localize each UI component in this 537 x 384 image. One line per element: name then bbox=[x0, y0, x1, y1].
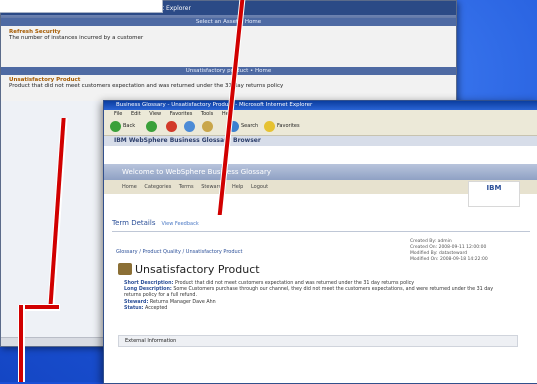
back-label[interactable]: Back bbox=[123, 123, 135, 129]
row-1-text: The number of instances incurred by a cu… bbox=[9, 35, 144, 41]
front-browser-window: Business Glossary - Unsatisfactory Produ… bbox=[103, 100, 537, 384]
toolbar: Back Search Favorites bbox=[104, 118, 537, 136]
nav-logout[interactable]: Logout bbox=[251, 184, 268, 190]
menu-edit[interactable]: Edit bbox=[131, 111, 141, 117]
page-title: Unsatisfactory Product bbox=[118, 263, 260, 276]
menu-file[interactable]: File bbox=[114, 111, 122, 117]
term-details-heading: Term Details View Feedback bbox=[112, 219, 199, 227]
section-header-2: Unsatisfactory product • Home bbox=[1, 67, 456, 75]
menu-favorites[interactable]: Favorites bbox=[170, 111, 193, 117]
annotation-line-3 bbox=[21, 305, 59, 309]
view-feedback-link[interactable]: View Feedback bbox=[161, 221, 198, 227]
term-metadata: Created By: admin Created On: 2008-09-11… bbox=[410, 239, 488, 262]
home-icon[interactable] bbox=[202, 121, 213, 132]
stop-icon[interactable] bbox=[166, 121, 177, 132]
nav-home[interactable]: Home bbox=[122, 184, 137, 190]
section-header-1: Select an Asset • Home bbox=[1, 18, 456, 26]
back-icon[interactable] bbox=[110, 121, 121, 132]
steward-link[interactable]: Returns Manager Dave Ahn bbox=[150, 300, 216, 305]
menu-bar: File Edit View Favorites Tools Help bbox=[104, 110, 537, 118]
favorites-label[interactable]: Favorites bbox=[277, 123, 300, 129]
divider bbox=[112, 231, 530, 232]
welcome-banner: Welcome to WebSphere Business Glossary bbox=[104, 164, 537, 180]
annotation-line-4 bbox=[19, 305, 23, 382]
glossary-row-2[interactable]: Unsatisfactory Product Product that did … bbox=[9, 77, 448, 89]
forward-icon[interactable] bbox=[146, 121, 157, 132]
refresh-icon[interactable] bbox=[184, 121, 195, 132]
nav-terms[interactable]: Terms bbox=[179, 184, 194, 190]
search-label[interactable]: Search bbox=[241, 123, 258, 129]
glossary-row-1[interactable]: Refresh Security The number of instances… bbox=[9, 29, 448, 41]
nav-categories[interactable]: Categories bbox=[144, 184, 171, 190]
ibm-logo: IBM bbox=[468, 181, 520, 207]
overlay-tab bbox=[0, 0, 163, 13]
menu-view[interactable]: View bbox=[149, 111, 161, 117]
menu-tools[interactable]: Tools bbox=[201, 111, 213, 117]
breadcrumb[interactable]: Glossary / Product Quality / Unsatisfact… bbox=[116, 249, 242, 255]
term-icon bbox=[118, 263, 132, 275]
external-information-panel[interactable]: External Information bbox=[118, 335, 518, 347]
row-2-text: Product that did not meet customers expe… bbox=[9, 83, 284, 89]
brand-bar: IBM WebSphere Business Glossary Browser bbox=[104, 136, 537, 146]
term-description: Short Description: Product that did not … bbox=[124, 281, 494, 311]
front-window-title: Business Glossary - Unsatisfactory Produ… bbox=[104, 101, 537, 110]
favorites-icon[interactable] bbox=[264, 121, 275, 132]
term-details-section: Term Details View Feedback bbox=[112, 219, 530, 232]
nav-help[interactable]: Help bbox=[232, 184, 243, 190]
